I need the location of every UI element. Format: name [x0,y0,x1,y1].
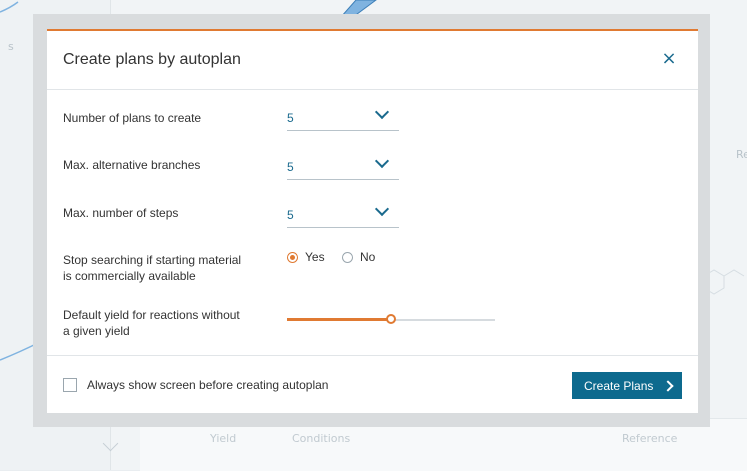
default-yield-label: Default yield for reactions without a gi… [63,307,240,339]
slider-thumb[interactable] [386,314,396,324]
background-col-yield: Yield [210,432,237,445]
default-yield-label-line2: a given yield [63,324,130,338]
background-col-conditions: Conditions [292,432,351,445]
always-show-checkbox[interactable] [63,378,77,392]
number-of-plans-value: 5 [287,111,294,125]
chevron-down-icon [374,153,390,169]
chevron-down-icon [374,201,390,217]
stop-searching-label-line2: is commercially available [63,269,196,283]
slider-fill [287,318,391,321]
create-plans-button[interactable]: Create Plans [572,372,682,399]
number-of-plans-select[interactable]: 5 [287,104,399,131]
create-plans-button-label: Create Plans [584,379,654,393]
chevron-right-icon [662,380,674,392]
max-alternative-branches-select[interactable]: 5 [287,153,399,180]
background-right-fragment: Re [736,148,747,161]
chevron-down-icon [374,104,390,120]
default-yield-label-line1: Default yield for reactions without [63,308,240,322]
background-left-fragment: s [8,40,14,53]
radio-no-dot[interactable] [342,252,353,263]
always-show-checkbox-label: Always show screen before creating autop… [87,378,329,392]
number-of-plans-label: Number of plans to create [63,111,202,125]
radio-yes-label: Yes [305,250,325,264]
max-number-of-steps-select[interactable]: 5 [287,201,399,228]
radio-yes-dot[interactable] [287,252,298,263]
stop-searching-label: Stop searching if starting material is c… [63,252,241,284]
default-yield-slider[interactable] [287,313,495,327]
modal-title: Create plans by autoplan [63,51,241,68]
max-number-of-steps-value: 5 [287,208,294,222]
max-alternative-branches-label: Max. alternative branches [63,158,201,172]
stop-searching-label-line1: Stop searching if starting material [63,253,242,267]
modal-header: Create plans by autoplan × [47,31,698,90]
max-number-of-steps-label: Max. number of steps [63,206,179,220]
background-col-reference: Reference [622,432,678,445]
max-alternative-branches-value: 5 [287,160,294,174]
autoplan-modal: Create plans by autoplan × Number of pla… [47,29,698,413]
modal-footer: Always show screen before creating autop… [47,355,698,415]
close-icon[interactable]: × [659,49,679,69]
radio-no-label: No [360,250,376,264]
